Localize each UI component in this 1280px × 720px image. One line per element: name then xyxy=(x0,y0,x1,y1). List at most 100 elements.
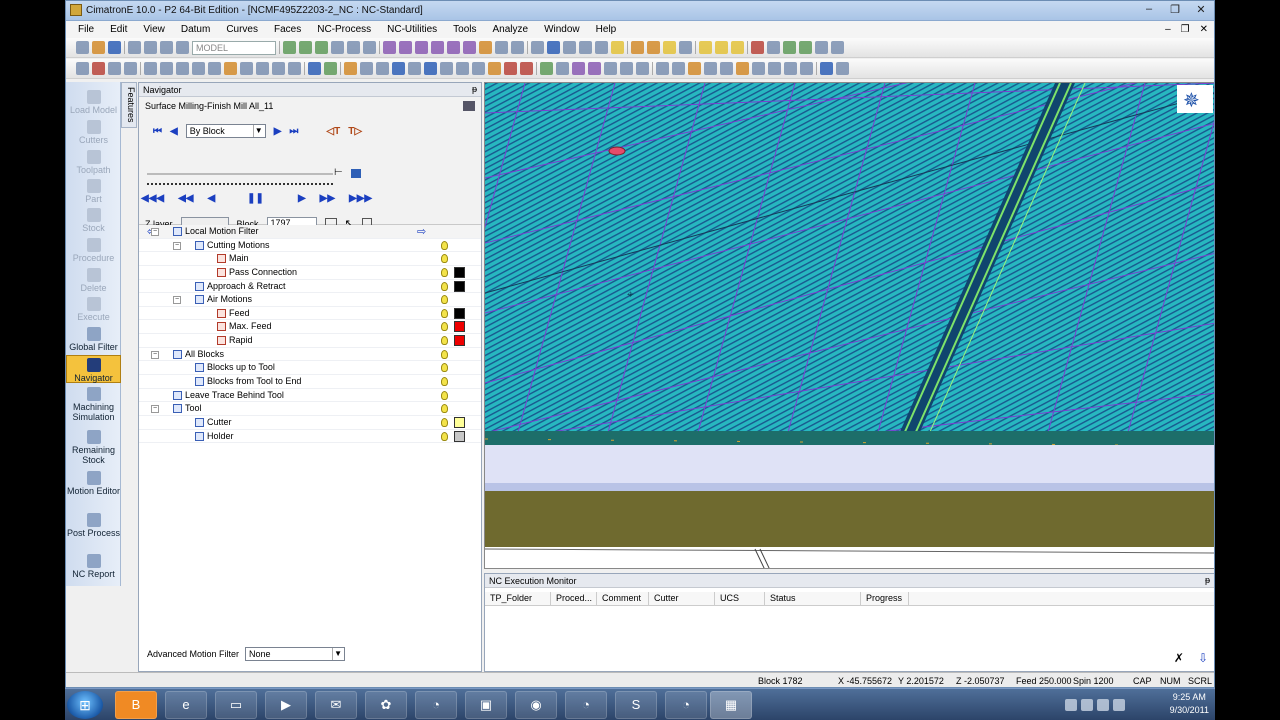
zoom-window-icon[interactable] xyxy=(299,41,312,54)
color-swatch[interactable] xyxy=(454,321,465,333)
offset-icon[interactable] xyxy=(192,62,205,75)
pause-icon[interactable]: ❚❚ xyxy=(247,193,264,204)
internet-explorer-icon[interactable]: e xyxy=(165,691,207,719)
model-combo[interactable]: MODEL xyxy=(192,40,276,55)
lightbulb-icon[interactable] xyxy=(441,349,448,359)
pin-icon[interactable]: ᵽ xyxy=(472,84,477,94)
close-button[interactable]: ✕ xyxy=(1192,3,1210,16)
menu-nc-process[interactable]: NC-Process xyxy=(309,24,379,35)
vector-icon[interactable] xyxy=(784,62,797,75)
table-icon[interactable] xyxy=(408,62,421,75)
tool-back-icon[interactable]: ◁T xyxy=(326,126,340,137)
collapse-icon[interactable]: − xyxy=(151,350,159,359)
step-back-icon[interactable]: ◀ xyxy=(207,193,215,204)
link-icon[interactable] xyxy=(704,62,717,75)
position-slider[interactable] xyxy=(147,173,333,175)
shading-icon[interactable] xyxy=(479,41,492,54)
open-file-icon[interactable] xyxy=(92,41,105,54)
lightbulb-icon[interactable] xyxy=(441,322,448,332)
undo-icon[interactable] xyxy=(176,41,189,54)
features-tab[interactable]: Features xyxy=(121,82,137,128)
active-icon[interactable] xyxy=(736,62,749,75)
window-icon[interactable] xyxy=(376,62,389,75)
node-icon[interactable] xyxy=(620,62,633,75)
chrome-icon[interactable]: ◔ xyxy=(565,691,607,719)
tree-row[interactable]: Leave Trace Behind Tool xyxy=(139,389,481,403)
menu-window[interactable]: Window xyxy=(536,24,588,35)
highlight-icon[interactable] xyxy=(663,41,676,54)
mdi-minimize-button[interactable]: – xyxy=(1165,24,1171,35)
network-icon[interactable] xyxy=(799,41,812,54)
first-block-icon[interactable]: ⏮ xyxy=(153,126,162,137)
tray-arrow-icon[interactable] xyxy=(1065,699,1077,711)
tree-row[interactable]: Blocks up to Tool xyxy=(139,361,481,376)
menu-tools[interactable]: Tools xyxy=(445,24,484,35)
group-icon[interactable] xyxy=(831,41,844,54)
tree-row[interactable]: Cutter xyxy=(139,416,481,430)
procedure-info-icon[interactable] xyxy=(463,101,475,111)
collapse-icon[interactable]: − xyxy=(151,228,159,236)
fillet-icon[interactable] xyxy=(256,62,269,75)
menu-view[interactable]: View xyxy=(135,24,173,35)
tree-row[interactable]: − Tool xyxy=(139,402,481,416)
color-swatch[interactable] xyxy=(454,307,465,319)
cut-icon[interactable] xyxy=(128,41,141,54)
tray-volume-icon[interactable] xyxy=(1113,699,1125,711)
tree-row[interactable]: Approach & Retract xyxy=(139,280,481,294)
morph-icon[interactable] xyxy=(588,62,601,75)
sidebar-item-navigator[interactable]: Navigator xyxy=(66,355,121,383)
color-swatch[interactable] xyxy=(454,335,465,347)
measure-icon[interactable] xyxy=(679,41,692,54)
grid-icon[interactable] xyxy=(531,41,544,54)
point-icon[interactable] xyxy=(767,41,780,54)
lightbulb-icon[interactable] xyxy=(441,281,448,291)
sidebar-item-procedure[interactable]: Procedure xyxy=(66,238,121,263)
tree-row[interactable]: − Local Motion Filter xyxy=(139,225,481,239)
column-header[interactable]: Proced... xyxy=(551,592,597,605)
lightbulb-icon[interactable] xyxy=(441,417,448,427)
pan-icon[interactable] xyxy=(347,41,360,54)
lightbulb-icon[interactable] xyxy=(441,267,448,277)
color-swatch[interactable] xyxy=(454,430,465,442)
color-swatch[interactable] xyxy=(454,280,465,292)
copy-object-icon[interactable] xyxy=(815,41,828,54)
select-box-icon[interactable] xyxy=(488,62,501,75)
fast-rewind-icon[interactable]: ◀◀◀ xyxy=(141,193,164,204)
collapse-icon[interactable]: − xyxy=(173,241,181,250)
copy-icon[interactable] xyxy=(144,41,157,54)
tree-row[interactable]: Main xyxy=(139,252,481,266)
view-back-icon[interactable] xyxy=(463,41,476,54)
transform-icon[interactable] xyxy=(308,62,321,75)
column-header[interactable]: TP_Folder xyxy=(485,592,551,605)
column-header[interactable]: Status xyxy=(765,592,861,605)
info-icon[interactable] xyxy=(424,62,437,75)
stop-icon[interactable]: ✗ xyxy=(1174,651,1184,665)
run-icon[interactable]: ⇩ xyxy=(1198,651,1208,665)
skype-icon[interactable]: S xyxy=(615,691,657,719)
sidebar-item-execute[interactable]: Execute xyxy=(66,297,121,322)
menu-faces[interactable]: Faces xyxy=(266,24,309,35)
toolpath-view[interactable]: ⌖ ✵ xyxy=(485,83,1215,569)
slider-options-icon[interactable] xyxy=(351,169,361,178)
tree-row[interactable]: Pass Connection xyxy=(139,266,481,280)
tree-row[interactable]: − Air Motions xyxy=(139,293,481,307)
dimension-icon[interactable] xyxy=(800,62,813,75)
sidebar-item-part[interactable]: Part xyxy=(66,179,121,204)
wireframe-icon[interactable] xyxy=(495,41,508,54)
sidebar-item-cutters[interactable]: Cutters xyxy=(66,120,121,145)
firefox-icon[interactable]: ◉ xyxy=(515,691,557,719)
tree-row[interactable]: Rapid xyxy=(139,334,481,348)
view-side-icon[interactable] xyxy=(431,41,444,54)
cube-icon[interactable]: ▣ xyxy=(465,691,507,719)
sidebar-item-global-filter[interactable]: Global Filter xyxy=(66,327,121,352)
save-icon[interactable] xyxy=(108,41,121,54)
fast-forward-icon[interactable]: ▶▶ xyxy=(320,193,335,204)
layer-icon[interactable] xyxy=(611,41,624,54)
view-iso-icon[interactable] xyxy=(383,41,396,54)
folder-icon[interactable]: ▭ xyxy=(215,691,257,719)
tray-clock[interactable]: 9:25 AM 9/30/2011 xyxy=(1170,691,1209,717)
extend-icon[interactable] xyxy=(288,62,301,75)
sidebar-item-load-model[interactable]: Load Model xyxy=(66,90,121,115)
menu-nc-utilities[interactable]: NC-Utilities xyxy=(379,24,445,35)
sidebar-item-post-process[interactable]: Post Process xyxy=(66,513,121,538)
